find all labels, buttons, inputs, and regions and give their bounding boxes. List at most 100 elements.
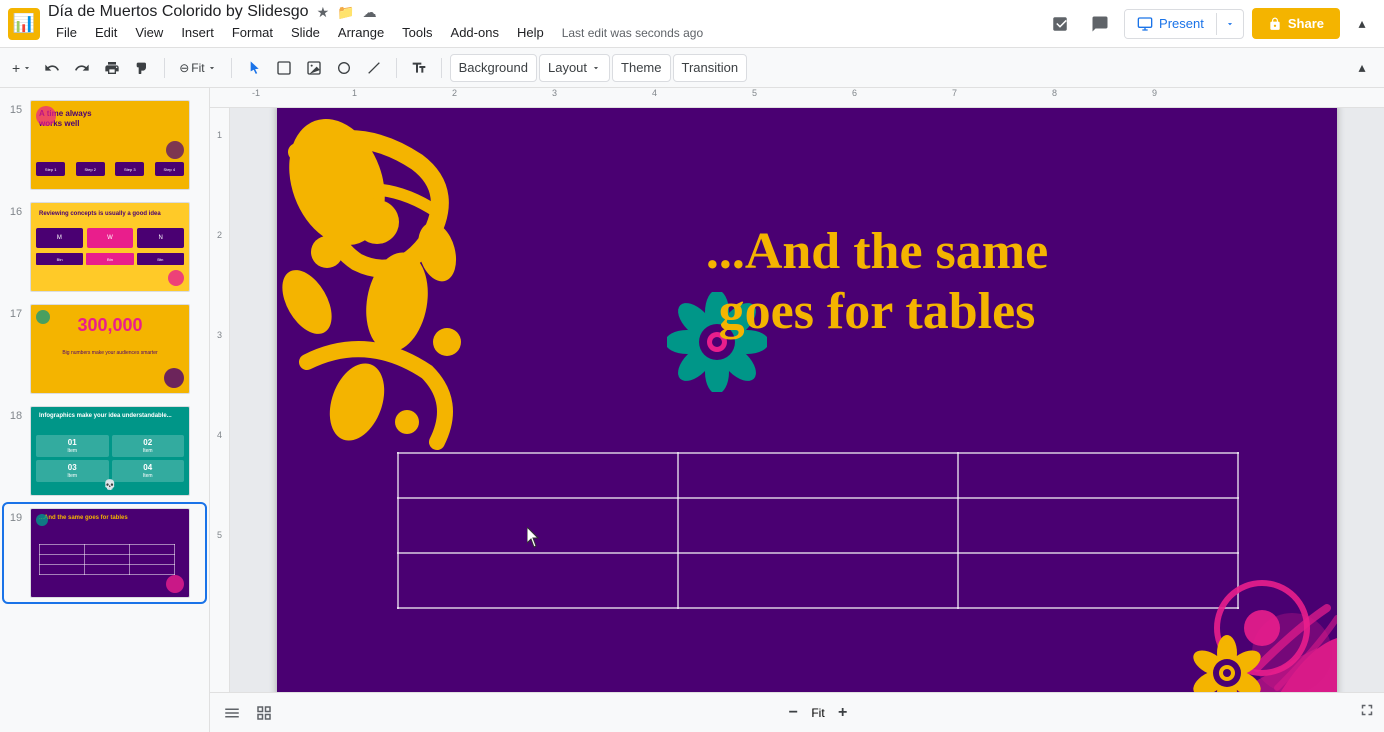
slide-item-17[interactable]: 17 300,000 Big numbers make your audienc… (4, 300, 205, 398)
table-cell[interactable] (678, 498, 958, 553)
deco-top-left (277, 108, 507, 482)
cloud-icon[interactable]: ☁ (363, 4, 377, 21)
redo-button[interactable] (68, 54, 96, 82)
menu-tools[interactable]: Tools (394, 21, 440, 44)
line-tool[interactable] (360, 54, 388, 82)
slide-thumbnail-18: Infographics make your idea understandab… (30, 406, 190, 496)
zoom-button[interactable]: ⊖Fit (173, 54, 222, 82)
table-cell[interactable] (398, 553, 678, 608)
theme-label: Theme (621, 60, 661, 75)
zoom-in-button[interactable]: + (829, 699, 857, 727)
shape-tool[interactable] (330, 54, 358, 82)
background-button[interactable]: Background (450, 54, 537, 82)
explore-button[interactable] (1044, 8, 1076, 40)
present-button-group: Present (1124, 9, 1244, 39)
slide-number-19: 19 (8, 512, 24, 524)
menu-slide[interactable]: Slide (283, 21, 328, 44)
slide-item-16[interactable]: 16 Reviewing concepts is usually a good … (4, 198, 205, 296)
background-label: Background (459, 60, 528, 75)
comments-button[interactable] (1084, 8, 1116, 40)
layout-label: Layout (548, 60, 587, 75)
slide-number-17: 17 (8, 308, 24, 320)
slide-number-16: 16 (8, 206, 24, 218)
ruler-top: -1 1 2 3 4 5 6 7 8 9 (210, 88, 1384, 108)
toolbar-divider-2 (231, 58, 232, 78)
ruler-left: 1 2 3 4 5 (210, 108, 230, 692)
last-edit-status: Last edit was seconds ago (562, 26, 703, 40)
undo-button[interactable] (38, 54, 66, 82)
toolbar-left: + (8, 54, 156, 82)
share-button[interactable]: Share (1252, 8, 1340, 39)
slides-panel: 15 A time alwaysworks well Step 1 ▶ Step… (0, 88, 210, 732)
zoom-out-button[interactable]: − (779, 699, 807, 727)
toolbar-divider-1 (164, 58, 165, 78)
transition-label: Transition (682, 60, 739, 75)
text-select-tool[interactable] (270, 54, 298, 82)
menu-file[interactable]: File (48, 21, 85, 44)
slide-thumbnail-16: Reviewing concepts is usually a good ide… (30, 202, 190, 292)
main-area: 15 A time alwaysworks well Step 1 ▶ Step… (0, 88, 1384, 732)
toolbar-divider-4 (441, 58, 442, 78)
table-cell[interactable] (678, 453, 958, 498)
paint-format-button[interactable] (128, 54, 156, 82)
select-tool[interactable] (240, 54, 268, 82)
present-dropdown[interactable] (1216, 13, 1243, 35)
slide-item-19[interactable]: 19 ...And the same goes for tables (4, 504, 205, 602)
zoom-controls: − Fit + (779, 699, 856, 727)
layout-button[interactable]: Layout (539, 54, 610, 82)
insert-textbox-button[interactable] (405, 54, 433, 82)
slide-thumbnail-19: ...And the same goes for tables (30, 508, 190, 598)
tool-group (240, 54, 388, 82)
theme-button[interactable]: Theme (612, 54, 670, 82)
collapse-button[interactable]: ▴ (1348, 10, 1376, 38)
table-cell[interactable] (678, 553, 958, 608)
deco-bottom-right (1077, 488, 1337, 692)
menu-arrange[interactable]: Arrange (330, 21, 392, 44)
image-tool[interactable] (300, 54, 328, 82)
slide-content: ...And the same goes for tables (277, 108, 1337, 692)
slide-thumbnail-17: 300,000 Big numbers make your audiences … (30, 304, 190, 394)
menu-bar: File Edit View Insert Format Slide Arran… (48, 21, 1036, 44)
slide-title-line2: goes for tables (497, 282, 1257, 342)
expand-button[interactable] (1358, 701, 1376, 724)
menu-edit[interactable]: Edit (87, 21, 125, 44)
slide-number-15: 15 (8, 104, 24, 116)
table-cell[interactable] (398, 498, 678, 553)
table-cell[interactable] (398, 453, 678, 498)
present-label: Present (1159, 16, 1204, 31)
slide-title-line1: ...And the same (497, 222, 1257, 282)
new-slide-button[interactable]: + (8, 54, 36, 82)
slide-item-15[interactable]: 15 A time alwaysworks well Step 1 ▶ Step… (4, 96, 205, 194)
top-right-controls: Present Share ▴ (1044, 8, 1376, 40)
transition-button[interactable]: Transition (673, 54, 748, 82)
insert-group (405, 54, 433, 82)
star-icon[interactable]: ★ (317, 4, 330, 21)
menu-help[interactable]: Help (509, 21, 552, 44)
print-button[interactable] (98, 54, 126, 82)
slide-thumbnail-15: A time alwaysworks well Step 1 ▶ Step 2 … (30, 100, 190, 190)
menu-insert[interactable]: Insert (173, 21, 222, 44)
slide-canvas[interactable]: ...And the same goes for tables (230, 108, 1384, 692)
slide-main-title: ...And the same goes for tables (497, 222, 1257, 342)
canvas-area: -1 1 2 3 4 5 6 7 8 9 1 2 3 4 (210, 88, 1384, 732)
slide-number-18: 18 (8, 410, 24, 422)
toolbar: + ⊖Fit (0, 48, 1384, 88)
toolbar-divider-3 (396, 58, 397, 78)
view-buttons (218, 699, 278, 727)
menu-format[interactable]: Format (224, 21, 281, 44)
folder-icon[interactable]: 📁 (337, 4, 354, 21)
app-icon: 📊 (8, 8, 40, 40)
title-area: Día de Muertos Colorido by Slidesgo ★ 📁 … (48, 3, 1036, 44)
canvas-container: 1 2 3 4 5 (210, 108, 1384, 692)
menu-addons[interactable]: Add-ons (443, 21, 507, 44)
collapse-panel-button[interactable]: ▴ (1348, 54, 1376, 82)
grid-view-button[interactable] (250, 699, 278, 727)
slide-options: Background Layout Theme Transition (450, 54, 748, 82)
slide-item-18[interactable]: 18 Infographics make your idea understan… (4, 402, 205, 500)
list-view-button[interactable] (218, 699, 246, 727)
present-main-button[interactable]: Present (1125, 10, 1216, 38)
top-bar: 📊 Día de Muertos Colorido by Slidesgo ★ … (0, 0, 1384, 48)
zoom-level: Fit (811, 706, 824, 720)
menu-view[interactable]: View (127, 21, 171, 44)
bottom-bar: − Fit + (210, 692, 1384, 732)
